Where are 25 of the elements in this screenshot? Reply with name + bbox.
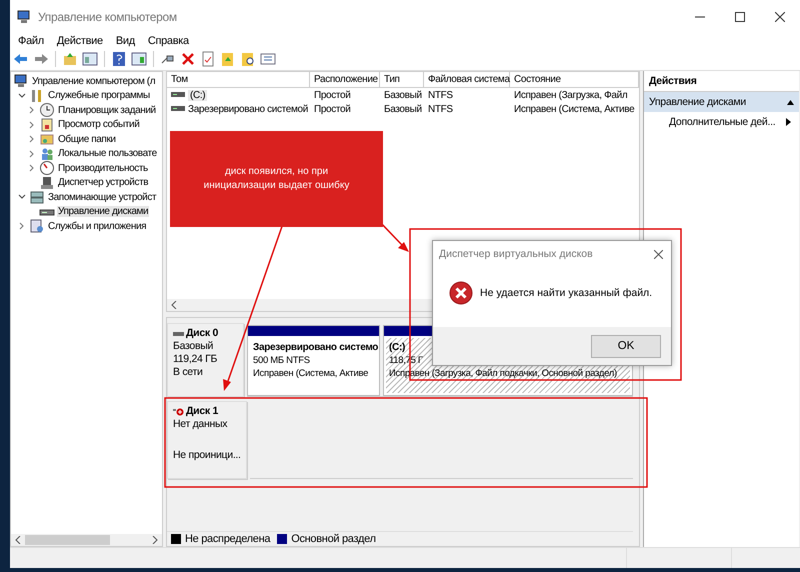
- disk-type: Базовый: [173, 340, 214, 353]
- partition-name: (C:): [389, 341, 406, 354]
- table-cell: NTFS: [428, 90, 453, 100]
- partition-name: Зарезервировано системо: [253, 341, 378, 354]
- disk-type: Нет данных: [173, 418, 228, 431]
- table-cell: Простой: [314, 104, 350, 114]
- disk-name: Диск 0: [186, 327, 218, 340]
- table-cell: Базовый: [384, 104, 422, 114]
- table-cell: Простой: [314, 90, 350, 100]
- dialog-title: Диспетчер виртуальных дисков: [439, 248, 593, 260]
- table-cell: Базовый: [384, 90, 422, 100]
- error-message: Не удается найти указанный файл.: [480, 287, 652, 299]
- partition-info: 500 МБ NTFS: [253, 354, 310, 367]
- window-title: Управление компьютером: [38, 10, 177, 24]
- legend-label: Основной раздел: [291, 533, 376, 545]
- disk-status: Не проиници...: [173, 449, 241, 462]
- callout-note: диск появился, но при инициализации выдает ошибку: [170, 131, 383, 227]
- table-cell: NTFS: [428, 104, 453, 114]
- disk-name: Диск 1: [186, 405, 218, 418]
- table-cell: Исправен (Загрузка, Файл: [514, 90, 628, 100]
- table-cell: Исправен (Система, Активе: [514, 104, 634, 114]
- disk-status: В сети: [173, 366, 203, 379]
- legend-label: Не распределена: [185, 533, 270, 545]
- disk-size: 119,24 ГБ: [173, 353, 218, 366]
- partition-info: Исправен (Система, Активе: [253, 367, 368, 380]
